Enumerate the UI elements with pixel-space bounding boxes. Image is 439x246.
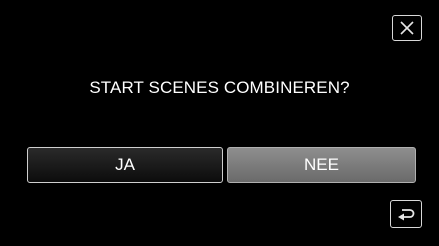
back-return-icon	[396, 206, 416, 222]
close-button[interactable]	[392, 15, 422, 41]
yes-button-label: JA	[115, 155, 135, 174]
no-button[interactable]: NEE	[227, 147, 416, 183]
close-icon	[399, 21, 415, 35]
dialog-question: START SCENES COMBINEREN?	[89, 78, 350, 97]
yes-button[interactable]: JA	[27, 147, 223, 183]
no-button-label: NEE	[304, 155, 339, 174]
back-button[interactable]	[390, 200, 422, 228]
